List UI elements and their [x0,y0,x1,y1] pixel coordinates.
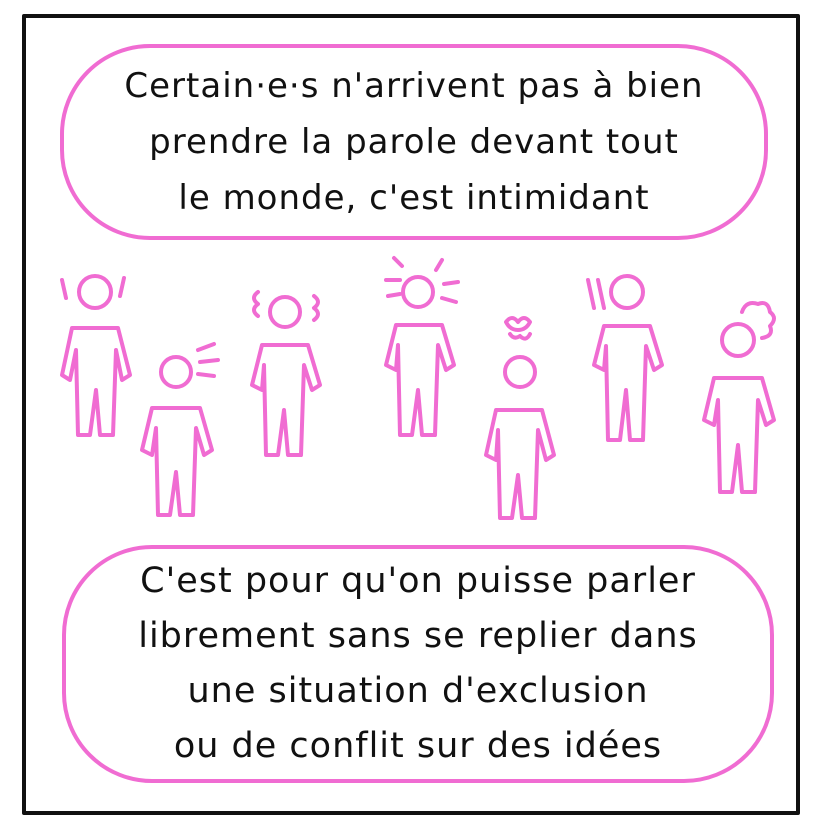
person-figure-icon [586,274,664,442]
bubble-text-line: ou de conflit sur des idées [173,726,663,766]
person-figure-icon [702,301,776,494]
person-figure-icon [60,274,132,437]
person-figure-icon [140,342,220,517]
bubble-text-line: Certain·e·s n'arrivent pas à bien [124,66,704,106]
person-figure-icon [384,256,460,437]
bubble-text-line: C'est pour qu'on puisse parler [140,561,696,601]
people-group-illustration [0,250,832,540]
bubble-text-line: librement sans se replier dans [138,616,698,656]
bubble-text-line: prendre la parole devant tout [149,122,679,162]
bubble-text-line: une situation d'exclusion [187,671,649,711]
speech-bubble-top: Certain·e·s n'arrivent pas à bien prendr… [60,44,768,240]
speech-bubble-bottom: C'est pour qu'on puisse parler librement… [62,545,774,783]
person-figure-icon [250,290,322,457]
bubble-text-line: le monde, c'est intimidant [178,178,650,218]
person-figure-icon [484,316,556,520]
